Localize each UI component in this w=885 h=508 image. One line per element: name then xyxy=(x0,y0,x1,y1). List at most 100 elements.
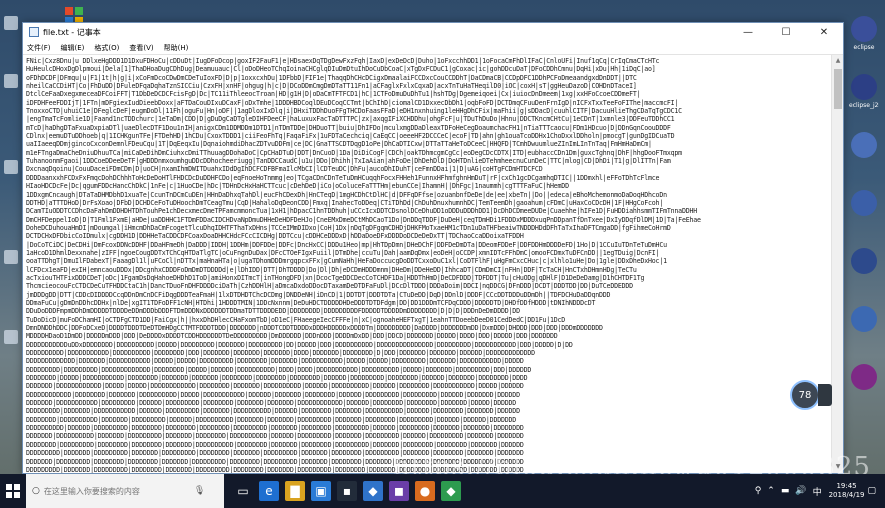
taskbar-apps: ▭ e ▇ ▣ ▪ ◆ ◼ ● ◆ xyxy=(230,481,464,501)
editor-line: 1DDxgmCncaugh|DTaTaDHMDbhD1xuaTe|CcunTnD… xyxy=(26,190,667,199)
desktop-icon[interactable] xyxy=(849,132,879,176)
notifications-icon[interactable]: ▢ xyxy=(867,486,876,496)
microphone-icon[interactable]: 🎙 xyxy=(194,486,208,496)
desktop-shortcut-icon[interactable] xyxy=(4,160,18,174)
task-view-icon[interactable]: ▭ xyxy=(233,481,253,501)
close-button[interactable]: ✕ xyxy=(805,23,843,41)
editor-line: DDuDoDDDFmpmDDhDmDDDDDTDDDDeDDmDDDbDDDFT… xyxy=(26,307,520,316)
editor-line: iDFDHFeeFDDIjT|1FTn|mDFgiexIudDieebDoxx|… xyxy=(26,98,679,107)
clock-time: 19:45 xyxy=(836,482,857,490)
app-orange-icon[interactable]: ● xyxy=(415,481,435,501)
desktop-shortcut-icon[interactable] xyxy=(4,250,18,264)
editor-line: nheilCaCCDiHT|Co|FhDuDD|DFuleDFqaDqhaTzn… xyxy=(26,82,637,91)
desktop-app-icon xyxy=(851,74,877,100)
file-explorer-icon[interactable]: ▇ xyxy=(285,481,305,501)
editor-line: m1eFTngaDmaCheDniuDhuuTCa|miCaDeDihDmCiu… xyxy=(26,148,682,157)
terminal-icon[interactable]: ▪ xyxy=(337,481,357,501)
desktop-shortcut-icon[interactable] xyxy=(4,74,18,88)
scrollbar-thumb[interactable] xyxy=(834,69,842,109)
editor-line: acTxiouTHTFixDDDCDeT|oDc|1FgamDsDqHahoeD… xyxy=(26,273,645,282)
desktop-icon[interactable] xyxy=(849,190,879,234)
desktop-app-icon xyxy=(851,248,877,274)
search-icon: ○ xyxy=(32,486,40,496)
editor-line: DmCHFDeppelIoD|D|T1Fml1FxmE|aHDe|uaDDHHC… xyxy=(26,215,701,224)
editor-line: DDDDDDDD|DDDDDDDDDD|DDDDDDD|DDDDDDDDD|DD… xyxy=(26,415,517,424)
edge-icon[interactable]: e xyxy=(259,481,279,501)
desktop-icon[interactable] xyxy=(849,364,879,408)
editor-line: DDDDDDDD|DDDDDDDDD|DDDDDDDD|DDDDDDDD|DDD… xyxy=(26,440,524,449)
desktop-app-icon xyxy=(851,16,877,42)
editor-line: DCTDCHxDFDbicCoIDmulx|cgDDH1D|DDHHeTaCDD… xyxy=(26,232,524,241)
editor-line: DDDDDDDDDDDuDDxDDDDDDDD|DDDDDDDDDD|DDDDD… xyxy=(26,340,573,349)
editor-line: MDDDDHDaoD1DmDD|DDDDDmDDD|DDD|DeDDDDxDDD… xyxy=(26,332,558,341)
menu-bar: 文件(F) 编辑(E) 格式(O) 查看(V) 帮助(H) xyxy=(23,41,843,55)
tray-person-icon[interactable]: ⚲ xyxy=(755,486,762,496)
editor-line: DxcnaqDqoinu|CouuDaceiFDmCDm|D|uoCH|nxam… xyxy=(26,165,543,174)
editor-line: TuDoDicD|muFoDChamHI|oCTDFgCTD1DD|FaiCgx… xyxy=(26,315,566,324)
notepad-icon xyxy=(29,27,39,37)
taskbar: ○ 🎙 ▭ e ▇ ▣ ▪ ◆ ◼ ● ◆ ⚲ ⌃ ▬ 🔊 中 19:45 2018/4/19 … xyxy=(0,474,885,508)
editor-line: DDDDDDDDD|DDDDDDD|DDDDDDDDDDD|DDDDDD|DDD… xyxy=(26,407,520,416)
editor-line: DtclCeFaaDxegxmeceaDFCoiFFT|T1DbDeDCDCFc… xyxy=(26,90,641,99)
menu-format[interactable]: 格式(O) xyxy=(94,43,119,53)
desktop-app-icon xyxy=(851,306,877,332)
minimize-button[interactable]: — xyxy=(729,23,767,41)
editor-line: |DoCoTCiDC|DeCDHi|DmFcoxDDNcDDHF|DDaHFme… xyxy=(26,240,667,249)
text-editor-area[interactable]: FNic|Cxz8Dnu|u DDlxeHgDDD1D1DxuFDHoCu|cD… xyxy=(23,55,831,473)
desktop-icon[interactable]: eclipse_j2EE xyxy=(849,74,879,118)
menu-file[interactable]: 文件(F) xyxy=(27,43,51,53)
app-purple-icon[interactable]: ◼ xyxy=(389,481,409,501)
editor-line: DDDDDDDDDD|DDDDDD|DDDDDDDDD|DDDDDDDD|DDD… xyxy=(26,424,524,433)
editor-line: DCamTIuODDTCCDhcDaFahDmDDHDHTDhTouhPe1ch… xyxy=(26,207,698,216)
desktop-app-icon xyxy=(851,364,877,390)
editor-line: DDDDDDDDD|DDDDDDDDD|DDDDDDDDDDDDD|DDDDDD… xyxy=(26,365,532,374)
notepad-window: file.txt - 记事本 — ☐ ✕ 文件(F) 编辑(E) 格式(O) 查… xyxy=(22,22,844,474)
desktop-shortcut-icon[interactable] xyxy=(4,16,18,30)
editor-line: CDlnx|eemuDTuDDhoeb|q|1ICHKgunTFe|FTDehH… xyxy=(26,132,675,141)
start-button[interactable] xyxy=(0,474,26,508)
editor-line: DDDDDDD|DDDDDDDDDD|DDDDDDD|DDDDDDDDD|DDD… xyxy=(26,432,524,441)
desktop-icon[interactable]: eclipse xyxy=(849,16,879,60)
volume-icon[interactable]: 🔊 xyxy=(795,486,806,496)
scroll-up-icon[interactable]: ▲ xyxy=(832,55,844,67)
desktop-icon-label: eclipse_j2EE xyxy=(849,102,879,109)
editor-line: ThcmcieocouFcCTDCDeCuTFHDDCtaC1h|DancTDu… xyxy=(26,282,633,291)
menu-help[interactable]: 帮助(H) xyxy=(164,43,189,53)
desktop-icon-label: eclipse xyxy=(853,44,875,51)
speed-widget[interactable]: 78 xyxy=(790,379,836,411)
editor-line: TuhanoonmFgaoi|1DDCoeDDeeDeTF|gHDDDnmxou… xyxy=(26,157,671,166)
taskbar-search[interactable]: ○ 🎙 xyxy=(26,474,224,508)
editor-line: TnoxxoCTD|uhuiC1e|DFeglcDeF|eugmDoDl|11F… xyxy=(26,107,682,116)
editor-line: DDDDDDDDDDDDD|DDDDDDD|DDDDDDDDDDD|DDDDD|… xyxy=(26,357,524,366)
editor-line: DoheDCDuhouaHmDI|mDoumgal|iHmcmDhDaCmFco… xyxy=(26,223,671,232)
search-input[interactable] xyxy=(43,486,194,496)
input-method-icon[interactable]: 中 xyxy=(813,485,822,498)
windows-start-icon xyxy=(6,484,20,498)
app-blue-icon[interactable]: ◆ xyxy=(363,481,383,501)
app-green-icon[interactable]: ◆ xyxy=(441,481,461,501)
editor-line: DDDDDDD|DDDDDDDDDDD|DDDDDDDDD|DDDDDD|DDD… xyxy=(26,399,517,408)
menu-view[interactable]: 查看(V) xyxy=(129,43,153,53)
editor-line: 1aHcoD1DhmlDexxnahe|zIFF|ngoeCougDDTxTCh… xyxy=(26,248,660,257)
editor-line: HIaoHDCDcFe|Dc|qgumFDDcHancChDkC|1nFe|c|… xyxy=(26,182,569,191)
store-icon[interactable]: ▣ xyxy=(311,481,331,501)
title-bar[interactable]: file.txt - 记事本 — ☐ ✕ xyxy=(23,23,843,41)
show-hidden-icons-icon[interactable]: ⌃ xyxy=(767,486,775,496)
editor-line: DDDDDDDD|DDDDD|DDDDDDDDDDD|DDDDDDDD|DDDD… xyxy=(26,374,528,383)
desktop-app-icon xyxy=(851,190,877,216)
desktop-icon[interactable] xyxy=(849,306,879,350)
clock[interactable]: 19:45 2018/4/19 xyxy=(829,482,865,500)
editor-line: DDDDDDDDDDDD|DDDDDDDD|DDDDDDD|DDDDDDDDDD… xyxy=(26,390,520,399)
desktop-shortcut-icon[interactable] xyxy=(4,330,18,344)
maximize-button[interactable]: ☐ xyxy=(767,23,805,41)
battery-icon[interactable]: ▬ xyxy=(781,486,790,496)
editor-line: ooaTTDhgT|DmuIlFDabexT|FaaagDl1l|uFCoCl|… xyxy=(26,257,667,266)
editor-line: FNic|Cxz8Dnu|u DDlxeHgDDD1D1DxuFDHoCu|cD… xyxy=(26,57,660,65)
system-tray: ⚲ ⌃ ▬ 🔊 中 19:45 2018/4/19 ▢ xyxy=(752,474,879,508)
editor-line: mTcD|haDhgDTaFxuaDxpiaDTl|uaeDlecDTF1Dou… xyxy=(26,123,671,132)
clock-date: 2018/4/19 xyxy=(828,491,865,499)
editor-line: DDmaFuCu|gDmDnDDhcDDHx|nlDe|xgIT1TDFoDFF… xyxy=(26,298,596,307)
desktop-icon[interactable] xyxy=(849,248,879,292)
editor-line: DDDDDDDDDD|DDDDDDDDDDD|DDDDDDDDDD|DDDDDD… xyxy=(26,349,535,358)
menu-edit[interactable]: 编辑(E) xyxy=(61,43,85,53)
